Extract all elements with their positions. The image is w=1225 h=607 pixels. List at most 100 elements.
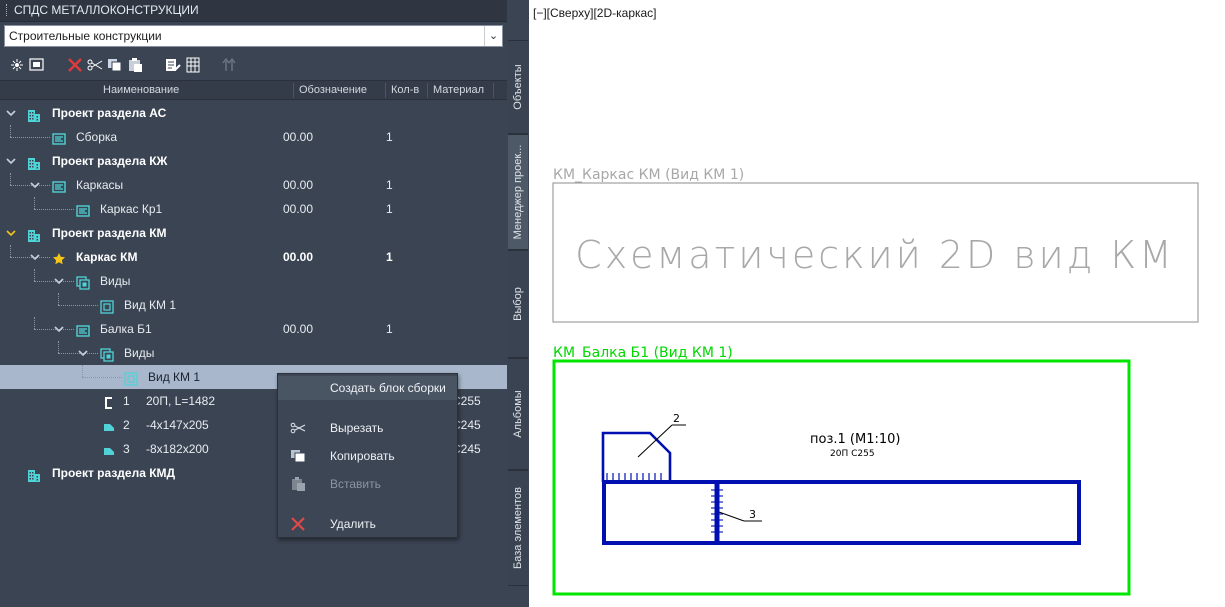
tab-selection[interactable]: Выбор [508, 250, 528, 358]
leader-2-label: 2 [673, 412, 680, 425]
tree-item-name: Балка Б1 [100, 322, 152, 336]
tree-row[interactable]: Каркас КМ 00.00 1 [0, 245, 507, 269]
tree-row[interactable]: Каркас Кр1 00.00 1 [0, 197, 507, 221]
column-name-header[interactable]: Наименование [103, 81, 179, 100]
column-qty-header[interactable]: Кол-в [391, 81, 425, 100]
tree-item-name: Сборка [76, 130, 118, 144]
assembly-icon [52, 178, 66, 193]
tree-item-designation: 00.00 [283, 202, 314, 216]
column-designation-header[interactable]: Обозначение [299, 81, 367, 100]
delete-icon [291, 517, 305, 531]
drawing-canvas[interactable]: КМ_Каркас КМ (Вид КМ 1) Схематический 2D… [529, 0, 1225, 607]
panel-title: СПДС МЕТАЛЛОКОНСТРУКЦИИ [14, 3, 199, 17]
menu-item-label: Вырезать [330, 421, 384, 435]
tab-project-manager[interactable]: Менеджер проек... [508, 134, 528, 250]
tree-connector [34, 209, 74, 210]
tree-item-name: Каркас КМ [76, 250, 138, 264]
tree-row[interactable]: Каркасы 00.00 1 [0, 173, 507, 197]
tree-item-name: -8x182x200 [146, 442, 209, 456]
scissors-icon[interactable] [86, 56, 104, 74]
star-icon [52, 250, 66, 265]
tree-row[interactable]: Проект раздела КЖ [0, 149, 507, 173]
tab-element-base-label: База элементов [512, 487, 524, 569]
menu-item-label: Создать блок сборки [330, 381, 446, 395]
new-icon[interactable] [8, 56, 26, 74]
category-dropdown-value: Строительные конструкции [9, 29, 162, 43]
tab-objects-label: Объекты [512, 64, 524, 110]
context-menu: Создать блок сборки Вырезать Копировать … [277, 373, 458, 538]
tree-item-name: Виды [124, 346, 155, 360]
chevron-down-icon[interactable] [30, 180, 40, 190]
tree-connector [34, 317, 35, 329]
tree-row[interactable]: Проект раздела КМ [0, 221, 507, 245]
tab-objects[interactable]: Объекты [508, 40, 528, 134]
chevron-down-icon[interactable] [6, 228, 16, 238]
tree-item-name: Виды [100, 274, 131, 288]
tree-item-qty: 1 [386, 250, 393, 264]
open-icon[interactable] [28, 56, 46, 74]
tree-connector [10, 173, 11, 185]
tree-item-name: Вид КМ 1 [124, 298, 177, 312]
table-icon[interactable] [184, 56, 202, 74]
tree-item-name: Проект раздела КЖ [52, 154, 168, 168]
assembly-icon [76, 202, 90, 217]
tree-row[interactable]: Виды [0, 269, 507, 293]
menu-item-delete[interactable]: Удалить [278, 512, 457, 536]
view-icon [100, 298, 114, 314]
menu-item-copy[interactable]: Копировать [278, 444, 457, 468]
tree-row[interactable]: Сборка 00.00 1 [0, 125, 507, 149]
drawing-viewport[interactable]: КМ_Каркас КМ (Вид КМ 1) Схематический 2D… [529, 0, 1225, 607]
tree-item-name: Вид КМ 1 [148, 370, 201, 384]
tree-item-name: Каркасы [76, 178, 124, 192]
tree-item-name: Проект раздела АС [52, 106, 167, 120]
chevron-down-icon[interactable] [6, 108, 16, 118]
menu-item-paste[interactable]: Вставить [278, 472, 457, 496]
tree-item-name: 20П, L=1482 [146, 394, 216, 408]
chevron-down-icon[interactable] [54, 276, 64, 286]
tree-item-qty: 1 [386, 130, 393, 144]
tab-albums[interactable]: Альбомы [508, 358, 528, 470]
position-callout: поз.1 (М1:10) [810, 432, 900, 447]
copy-icon [291, 450, 306, 463]
viewport-controls-label[interactable]: [−][Сверху][2D-каркас] [533, 6, 657, 20]
category-dropdown[interactable]: Строительные конструкции ⌄ [4, 25, 503, 47]
panel-title-bar[interactable]: СПДС МЕТАЛЛОКОНСТРУКЦИИ [0, 0, 507, 22]
tree-connector [58, 341, 59, 353]
tree-connector [82, 365, 83, 377]
copy-icon[interactable] [106, 56, 124, 74]
views-icon [76, 274, 90, 290]
menu-item-label: Вставить [330, 477, 381, 491]
menu-item-label: Удалить [330, 517, 376, 531]
paste-icon[interactable] [126, 56, 144, 74]
properties-icon[interactable] [164, 56, 182, 74]
move-up-icon[interactable] [220, 56, 238, 74]
tab-element-base[interactable]: База элементов [508, 470, 528, 586]
menu-item-create-assembly-block[interactable]: Создать блок сборки [278, 376, 457, 400]
tree-item-name: Проект раздела КМ [52, 226, 167, 240]
chevron-down-icon[interactable]: ⌄ [484, 26, 502, 46]
tree-row[interactable]: Виды [0, 341, 507, 365]
tab-selection-label: Выбор [512, 287, 524, 321]
menu-item-label: Копировать [330, 449, 395, 463]
delete-icon[interactable] [66, 56, 84, 74]
views-icon [100, 346, 114, 362]
column-material-header[interactable]: Материал [433, 81, 484, 100]
menu-item-cut[interactable]: Вырезать [278, 416, 457, 440]
drag-grip-icon[interactable] [6, 4, 8, 16]
chevron-down-icon[interactable] [54, 324, 64, 334]
view1-title: КМ_Каркас КМ (Вид КМ 1) [553, 167, 744, 183]
tree-row[interactable]: Вид КМ 1 [0, 293, 507, 317]
assembly-icon [76, 322, 90, 337]
tree-connector [58, 293, 59, 305]
position-number: 2 [123, 418, 130, 432]
chevron-down-icon[interactable] [30, 252, 40, 262]
chevron-down-icon[interactable] [78, 348, 88, 358]
tree-row[interactable]: Проект раздела АС [0, 101, 507, 125]
chevron-down-icon[interactable] [6, 156, 16, 166]
profile-callout: 20П C255 [830, 449, 875, 459]
view2-frame[interactable] [552, 359, 1131, 596]
beam-pos1[interactable] [602, 480, 1081, 545]
building-icon [27, 226, 41, 242]
channel-icon [102, 394, 116, 409]
tree-row[interactable]: Балка Б1 00.00 1 [0, 317, 507, 341]
